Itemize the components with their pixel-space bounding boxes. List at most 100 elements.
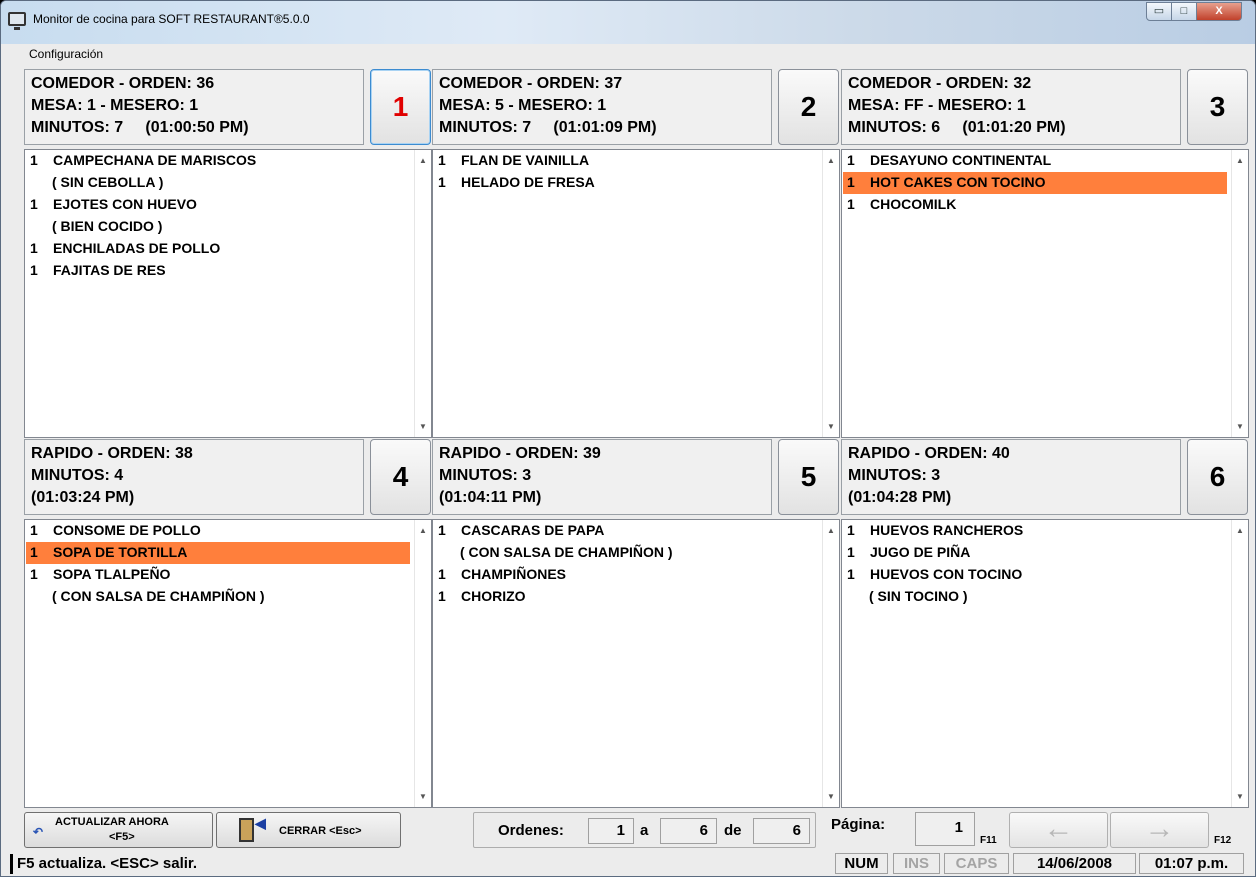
order-number-button[interactable]: 6	[1187, 439, 1248, 515]
item-quantity: 1	[30, 262, 38, 278]
order-header-line: RAPIDO - ORDEN: 38	[31, 445, 193, 462]
order-number-button[interactable]: 4	[370, 439, 431, 515]
refresh-button[interactable]: ↶ ACTUALIZAR AHORA <F5>	[24, 812, 213, 848]
prev-page-button[interactable]: ←	[1009, 812, 1108, 848]
order-number-button[interactable]: 5	[778, 439, 839, 515]
orders-range-group: Ordenes: 1 a 6 de 6	[473, 812, 816, 848]
order-item[interactable]: 1 FAJITAS DE RES	[26, 260, 410, 282]
menu-configuracion[interactable]: Configuración	[29, 47, 103, 61]
item-name: JUGO DE PIÑA	[870, 544, 971, 560]
list-scrollbar[interactable]: ▲ ▼	[822, 150, 839, 437]
order-items-list[interactable]: 1 CAMPECHANA DE MARISCOS ( SIN CEBOLLA ) 1 E…	[24, 149, 432, 438]
scroll-up-icon[interactable]: ▲	[1236, 156, 1244, 165]
item-name: CHORIZO	[461, 588, 526, 604]
order-item[interactable]: 1 JUGO DE PIÑA	[843, 542, 1227, 564]
order-item[interactable]: 1 HELADO DE FRESA	[434, 172, 818, 194]
order-item[interactable]: 1 EJOTES CON HUEVO	[26, 194, 410, 216]
scroll-up-icon[interactable]: ▲	[419, 156, 427, 165]
order-number-button[interactable]: 1	[370, 69, 431, 145]
order-item[interactable]: 1 HUEVOS RANCHEROS	[843, 520, 1227, 542]
scroll-down-icon[interactable]: ▼	[827, 792, 835, 801]
order-number-button[interactable]: 3	[1187, 69, 1248, 145]
order-number-button[interactable]: 2	[778, 69, 839, 145]
ins-indicator: INS	[893, 853, 940, 874]
item-name: DESAYUNO CONTINENTAL	[870, 152, 1052, 168]
order-panel-3: COMEDOR - ORDEN: 32 MESA: FF - MESERO: 1 M…	[841, 69, 1249, 438]
order-item[interactable]: 1 CAMPECHANA DE MARISCOS	[26, 150, 410, 172]
list-scrollbar[interactable]: ▲ ▼	[822, 520, 839, 807]
item-name: FLAN DE VAINILLA	[461, 152, 590, 168]
minimize-button[interactable]: ▭	[1146, 2, 1172, 21]
order-item[interactable]: 1 CONSOME DE POLLO	[26, 520, 410, 542]
status-bar: F5 actualiza. <ESC> salir. NUM INS CAPS …	[1, 850, 1255, 876]
list-scrollbar[interactable]: ▲ ▼	[414, 150, 431, 437]
order-item[interactable]: 1 HUEVOS CON TOCINO	[843, 564, 1227, 586]
order-panel-2: COMEDOR - ORDEN: 37 MESA: 5 - MESERO: 1 MI…	[432, 69, 840, 438]
de-label: de	[724, 822, 742, 839]
order-items-list[interactable]: 1 FLAN DE VAINILLA 1 HELADO DE FRESA ▲ ▼	[432, 149, 840, 438]
scroll-up-icon[interactable]: ▲	[827, 526, 835, 535]
item-modifier: ( SIN CEBOLLA )	[52, 174, 164, 190]
scroll-up-icon[interactable]: ▲	[827, 156, 835, 165]
scroll-down-icon[interactable]: ▼	[1236, 422, 1244, 431]
title-bar[interactable]: Monitor de cocina para SOFT RESTAURANT®5…	[1, 1, 1255, 44]
refresh-shortcut: <F5>	[109, 831, 135, 843]
item-name: SOPA DE TORTILLA	[53, 544, 188, 560]
order-header-line: (01:03:24 PM)	[31, 489, 135, 506]
item-name: CASCARAS DE PAPA	[461, 522, 605, 538]
order-header-line: (01:04:11 PM)	[439, 489, 542, 506]
item-quantity: 1	[847, 152, 855, 168]
next-page-button[interactable]: →	[1110, 812, 1209, 848]
order-items-list[interactable]: 1 DESAYUNO CONTINENTAL 1 HOT CAKES CON TOCI…	[841, 149, 1249, 438]
order-item[interactable]: 1 FLAN DE VAINILLA	[434, 150, 818, 172]
maximize-button[interactable]: □	[1171, 2, 1197, 21]
order-item[interactable]: 1 ENCHILADAS DE POLLO	[26, 238, 410, 260]
scroll-up-icon[interactable]: ▲	[419, 526, 427, 535]
order-items-list[interactable]: 1 CASCARAS DE PAPA ( CON SALSA DE CHAMPIÑO…	[432, 519, 840, 808]
item-name: CONSOME DE POLLO	[53, 522, 201, 538]
order-header-line: MINUTOS: 3	[848, 467, 941, 484]
order-item[interactable]: 1 CHORIZO	[434, 586, 818, 608]
order-header-line: MINUTOS: 7 (01:00:50 PM)	[31, 119, 249, 136]
status-time: 01:07 p.m.	[1139, 853, 1244, 874]
order-item[interactable]: 1 HOT CAKES CON TOCINO	[843, 172, 1227, 194]
order-item[interactable]: 1 DESAYUNO CONTINENTAL	[843, 150, 1227, 172]
refresh-label: ACTUALIZAR AHORA	[55, 816, 169, 828]
order-header-line: RAPIDO - ORDEN: 39	[439, 445, 601, 462]
close-app-button[interactable]: ◀ CERRAR <Esc>	[216, 812, 401, 848]
exit-door-icon	[239, 818, 254, 842]
order-item[interactable]: 1 CHAMPIÑONES	[434, 564, 818, 586]
list-scrollbar[interactable]: ▲ ▼	[414, 520, 431, 807]
list-scrollbar[interactable]: ▲ ▼	[1231, 150, 1248, 437]
item-quantity: 1	[30, 152, 38, 168]
scroll-down-icon[interactable]: ▼	[827, 422, 835, 431]
ordenes-total: 6	[753, 818, 810, 844]
app-window: Monitor de cocina para SOFT RESTAURANT®5…	[0, 0, 1256, 877]
scroll-down-icon[interactable]: ▼	[419, 792, 427, 801]
order-header-line: MINUTOS: 4	[31, 467, 124, 484]
scroll-up-icon[interactable]: ▲	[1236, 526, 1244, 535]
close-button[interactable]: X	[1196, 2, 1242, 21]
order-item[interactable]: 1 CASCARAS DE PAPA	[434, 520, 818, 542]
order-header: RAPIDO - ORDEN: 39 MINUTOS: 3 (01:04:11 PM…	[432, 439, 772, 515]
item-modifier: ( SIN TOCINO )	[869, 588, 968, 604]
order-header: RAPIDO - ORDEN: 40 MINUTOS: 3 (01:04:28 PM…	[841, 439, 1181, 515]
order-items-list[interactable]: 1 CONSOME DE POLLO 1 SOPA DE TORTILLA 1 SOPA …	[24, 519, 432, 808]
exit-arrow-icon: ◀	[255, 815, 266, 831]
order-item[interactable]: 1 CHOCOMILK	[843, 194, 1227, 216]
order-items-list[interactable]: 1 HUEVOS RANCHEROS 1 JUGO DE PIÑA 1 HUEVOS CO…	[841, 519, 1249, 808]
window-title: Monitor de cocina para SOFT RESTAURANT®5…	[33, 12, 310, 26]
list-scrollbar[interactable]: ▲ ▼	[1231, 520, 1248, 807]
item-quantity: 1	[438, 152, 446, 168]
order-header-line: MINUTOS: 6 (01:01:20 PM)	[848, 119, 1066, 136]
scroll-down-icon[interactable]: ▼	[1236, 792, 1244, 801]
scroll-down-icon[interactable]: ▼	[419, 422, 427, 431]
a-label: a	[640, 822, 649, 839]
item-name: HOT CAKES CON TOCINO	[870, 174, 1046, 190]
order-header: COMEDOR - ORDEN: 36 MESA: 1 - MESERO: 1 MI…	[24, 69, 364, 145]
item-quantity: 1	[438, 566, 446, 582]
order-item[interactable]: 1 SOPA TLALPEÑO	[26, 564, 410, 586]
order-item[interactable]: 1 SOPA DE TORTILLA	[26, 542, 410, 564]
item-quantity: 1	[847, 522, 855, 538]
menu-bar: Configuración	[1, 44, 1255, 65]
